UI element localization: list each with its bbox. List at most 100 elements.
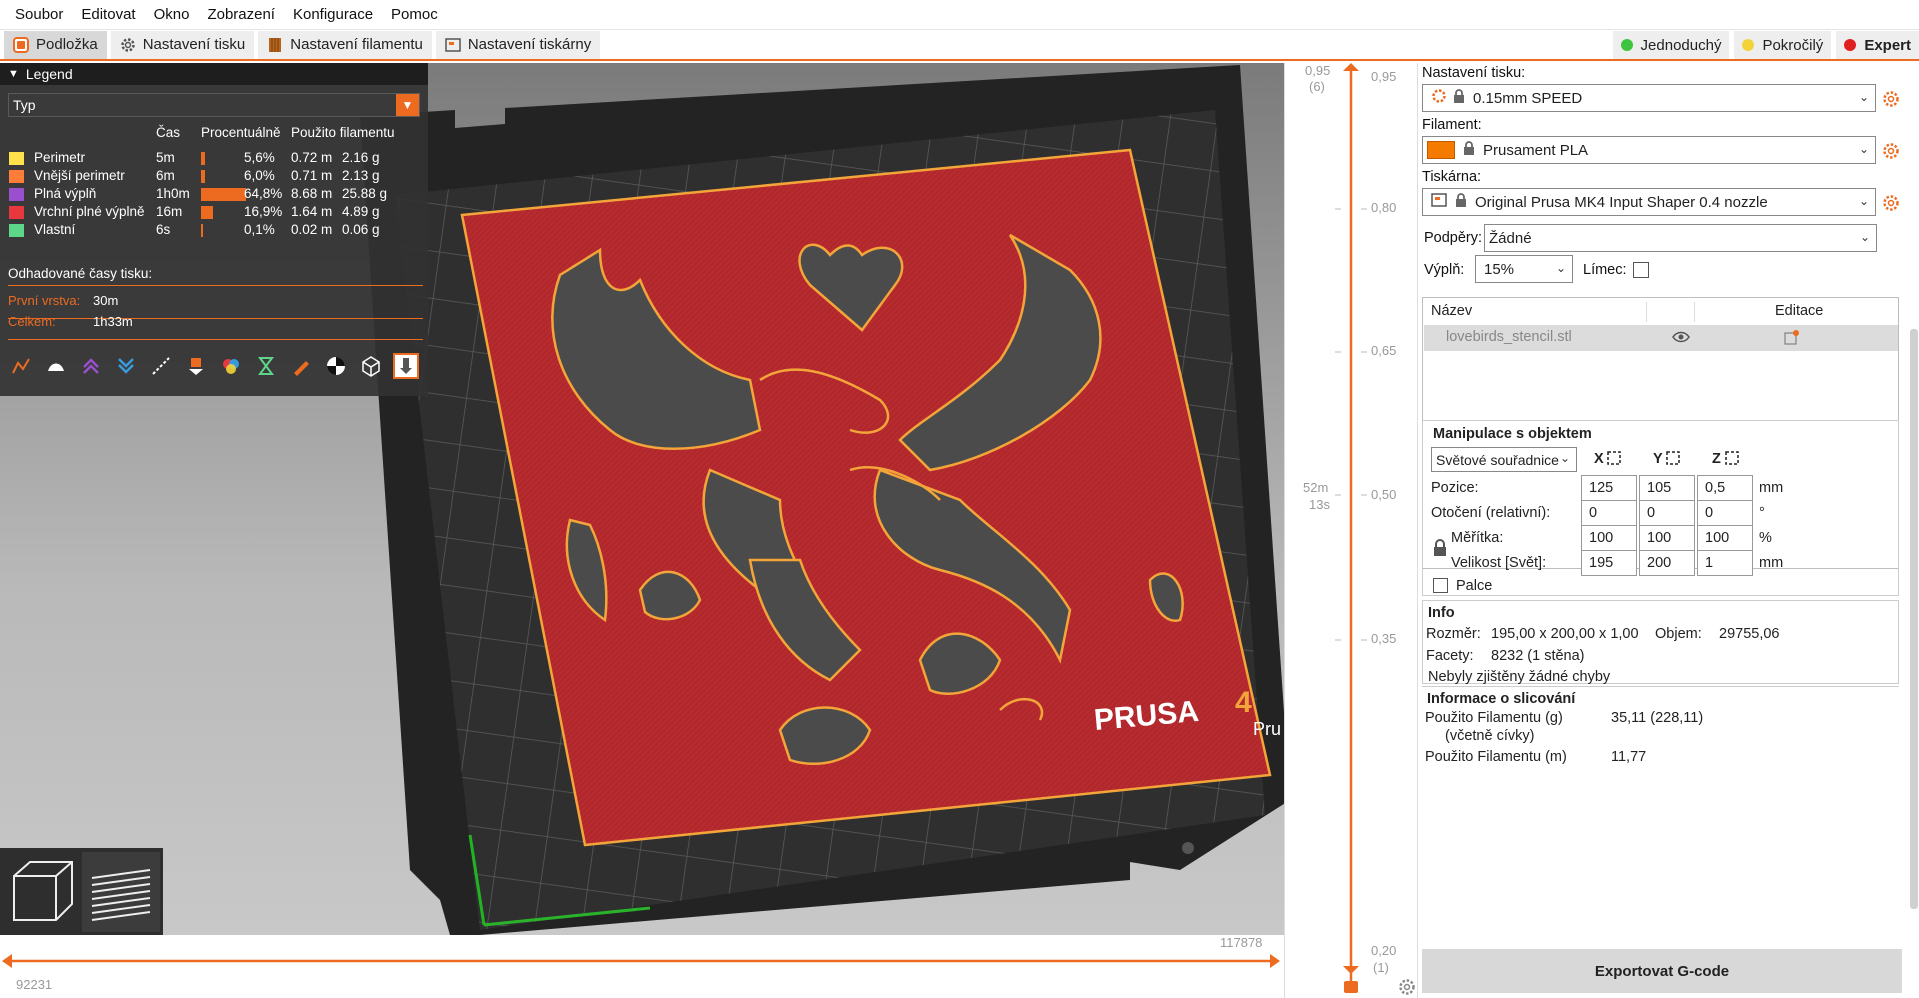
scale-x-field[interactable]: 100 xyxy=(1581,525,1637,551)
size-x-field[interactable]: 195 xyxy=(1581,550,1637,576)
legend-row-percent: 5,6% xyxy=(244,150,275,165)
infill-combo[interactable]: 15% ⌄ xyxy=(1475,255,1573,283)
legend-row-weight: 0.06 g xyxy=(342,222,380,237)
filament-settings-edit-icon[interactable] xyxy=(1882,142,1900,160)
supports-combo[interactable]: Žádné ⌄ xyxy=(1484,224,1877,252)
print-settings-edit-icon[interactable] xyxy=(1882,90,1900,108)
center-of-gravity-icon[interactable] xyxy=(323,353,349,379)
print-settings-combo[interactable]: 0.15mm SPEED ⌄ xyxy=(1422,84,1876,112)
tool-change-icon[interactable] xyxy=(183,353,209,379)
tab-print-settings-label: Nastavení tisku xyxy=(142,36,246,53)
legend-header[interactable]: ▼ Legend xyxy=(0,63,428,85)
legend-row-weight: 2.13 g xyxy=(342,168,380,183)
3d-view-icon[interactable] xyxy=(10,861,73,924)
printer-value: Original Prusa MK4 Input Shaper 0.4 nozz… xyxy=(1475,193,1768,211)
legend-title: Legend xyxy=(25,66,73,82)
legend-separator xyxy=(8,318,423,319)
menu-edit[interactable]: Editovat xyxy=(72,6,144,23)
menu-window[interactable]: Okno xyxy=(145,6,199,23)
vslider-track[interactable] xyxy=(1285,63,1419,998)
legend-row-length: 0.71 m xyxy=(291,168,333,183)
legend-row-length: 8.68 m xyxy=(291,186,333,201)
mode-simple-button[interactable]: Jednoduchý xyxy=(1612,31,1730,59)
tab-printer-settings[interactable]: Nastavení tiskárny xyxy=(435,30,601,59)
eye-icon[interactable] xyxy=(1672,330,1690,348)
legend-row[interactable]: Vlastní 6s 0,1% 0.02 m 0.06 g xyxy=(0,219,428,241)
mode-advanced-button[interactable]: Pokročilý xyxy=(1734,31,1832,59)
legend-row-length: 1.64 m xyxy=(291,204,333,219)
hslider-right-value: 117878 xyxy=(1220,935,1263,950)
scale-z-field[interactable]: 100 xyxy=(1697,525,1753,551)
rotation-y-field[interactable]: 0 xyxy=(1639,500,1695,526)
menu-bar: Soubor Editovat Okno Zobrazení Konfigura… xyxy=(0,0,1919,30)
wipe-icon[interactable] xyxy=(43,353,69,379)
filament-combo[interactable]: Prusament PLA ⌄ xyxy=(1422,136,1876,164)
used-filament-g-label-2: (včetně cívky) xyxy=(1445,728,1535,744)
hslider-track[interactable] xyxy=(0,949,1284,973)
bed-logo-suffix: 4 xyxy=(1235,686,1252,719)
edit-object-icon[interactable] xyxy=(1784,329,1800,349)
view-type-select[interactable]: Typ ▼ xyxy=(8,93,420,117)
size-z-field[interactable]: 1 xyxy=(1697,550,1753,576)
object-list-row[interactable]: lovebirds_stencil.stl xyxy=(1424,325,1898,351)
tool-marker-icon[interactable] xyxy=(393,353,419,379)
menu-configuration[interactable]: Konfigurace xyxy=(284,6,382,23)
color-change-icon[interactable] xyxy=(218,353,244,379)
total-label: Celkem: xyxy=(8,314,56,329)
menu-file[interactable]: Soubor xyxy=(6,6,72,23)
size-info-value: 195,00 x 200,00 x 1,00 xyxy=(1491,626,1639,642)
rotation-unit: ° xyxy=(1759,505,1765,521)
lock-icon xyxy=(1455,193,1467,211)
sidebar-scrollbar[interactable] xyxy=(1910,329,1918,909)
tab-filament-settings[interactable]: Nastavení filamentu xyxy=(258,30,432,59)
export-gcode-button[interactable]: Exportovat G-code xyxy=(1422,949,1902,993)
object-list-col-name: Název xyxy=(1431,303,1473,319)
legend-row-time: 6m xyxy=(156,168,175,183)
hslider-left-thumb xyxy=(2,954,12,968)
vertical-layer-slider[interactable]: 0,95 (6) 0,95 0,80 0,65 0,50 0,35 52m 13… xyxy=(1284,63,1418,998)
printer-settings-edit-icon[interactable] xyxy=(1882,194,1900,212)
layers-view-icon[interactable] xyxy=(82,852,160,932)
deretraction-icon[interactable] xyxy=(113,353,139,379)
vslider-tick-2: 0,65 xyxy=(1371,343,1397,358)
scale-y-field[interactable]: 100 xyxy=(1639,525,1695,551)
axis-y-label: Y xyxy=(1653,451,1663,467)
size-label: Velikost [Svět]: xyxy=(1451,555,1547,571)
legend-row-weight: 2.16 g xyxy=(342,150,380,165)
scale-lock-icon[interactable] xyxy=(1433,539,1447,561)
coordinate-system-select[interactable]: Světové souřadnice ⌄ xyxy=(1431,447,1577,472)
menu-view[interactable]: Zobrazení xyxy=(198,6,284,23)
vslider-tick-4: 0,35 xyxy=(1371,631,1397,646)
seams-icon[interactable] xyxy=(148,353,174,379)
rotation-z-field[interactable]: 0 xyxy=(1697,500,1753,526)
plater-icon xyxy=(13,36,29,53)
tab-print-settings[interactable]: Nastavení tisku xyxy=(110,30,255,59)
mode-expert-button[interactable]: Expert xyxy=(1836,31,1919,59)
tab-plater[interactable]: Podložka xyxy=(4,30,107,59)
pause-icon[interactable] xyxy=(253,353,279,379)
position-z-field[interactable]: 0,5 xyxy=(1697,475,1753,501)
scale-unit: % xyxy=(1759,530,1772,546)
retraction-icon[interactable] xyxy=(78,353,104,379)
filament-color-swatch[interactable] xyxy=(1427,141,1455,159)
shells-icon[interactable] xyxy=(358,353,384,379)
brim-checkbox[interactable] xyxy=(1633,262,1649,278)
inches-checkbox[interactable] xyxy=(1433,578,1448,593)
mode-expert-dot xyxy=(1844,39,1857,51)
legend-color-swatch xyxy=(9,188,24,201)
rotation-x-field[interactable]: 0 xyxy=(1581,500,1637,526)
legend-row-time: 5m xyxy=(156,150,175,165)
info-title: Info xyxy=(1428,605,1455,621)
cog-icon[interactable] xyxy=(1398,978,1416,998)
printer-combo[interactable]: Original Prusa MK4 Input Shaper 0.4 nozz… xyxy=(1422,188,1876,216)
tab-plater-label: Podložka xyxy=(36,36,98,53)
position-x-field[interactable]: 125 xyxy=(1581,475,1637,501)
size-y-field[interactable]: 200 xyxy=(1639,550,1695,576)
custom-gcode-icon[interactable] xyxy=(288,353,314,379)
horizontal-move-slider[interactable]: 117878 92231 xyxy=(0,935,1284,998)
position-y-field[interactable]: 105 xyxy=(1639,475,1695,501)
chevron-down-icon: ⌄ xyxy=(1559,451,1570,465)
travel-icon[interactable] xyxy=(8,353,34,379)
legend-row-percent: 64,8% xyxy=(244,186,283,201)
menu-help[interactable]: Pomoc xyxy=(382,6,447,23)
